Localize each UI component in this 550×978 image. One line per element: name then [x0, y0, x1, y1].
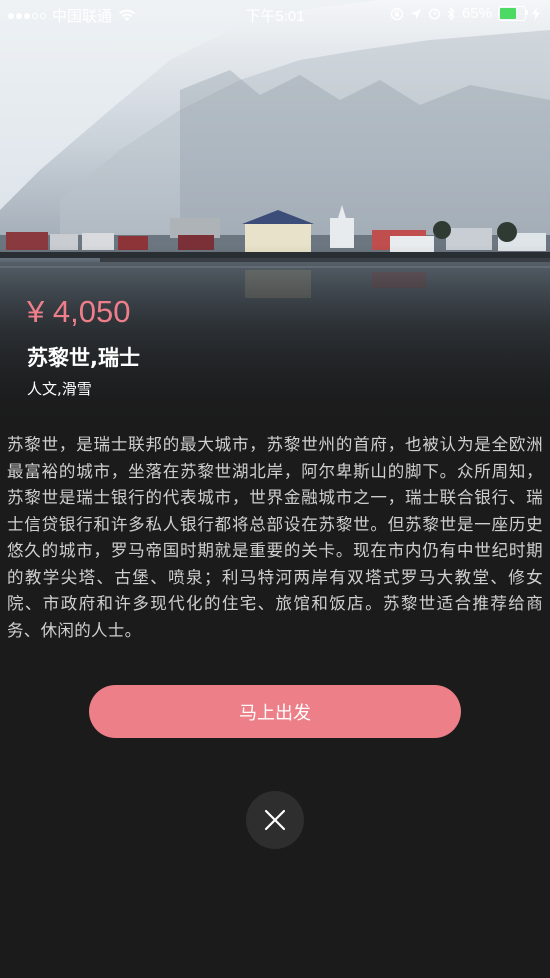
orientation-lock-icon	[390, 7, 404, 20]
charging-icon	[532, 7, 540, 20]
close-icon	[264, 809, 286, 831]
price-label: ¥ 4,050	[27, 294, 131, 329]
depart-now-button[interactable]: 马上出发	[89, 685, 461, 738]
close-button[interactable]	[246, 791, 304, 849]
alarm-icon	[428, 8, 441, 20]
destination-description: 苏黎世，是瑞士联邦的最大城市，苏黎世州的首府，也被认为是全欧洲最富裕的城市，坐落…	[7, 435, 543, 640]
depart-now-label: 马上出发	[239, 702, 311, 724]
destination-title: 苏黎世,瑞士	[27, 346, 140, 370]
destination-tags: 人文,滑雪	[27, 380, 92, 398]
location-icon	[410, 8, 421, 19]
battery-icon	[498, 6, 528, 21]
battery-percentage: 65%	[461, 5, 492, 22]
status-bar: 中国联通 下午5:01 65%	[0, 0, 550, 30]
bluetooth-icon	[447, 6, 455, 21]
